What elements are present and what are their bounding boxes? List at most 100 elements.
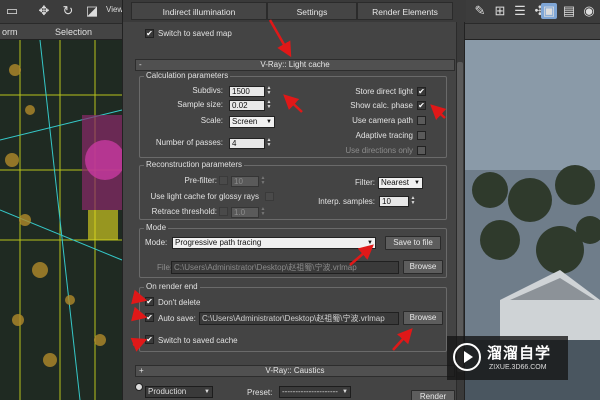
filter-label: Filter: (355, 178, 375, 187)
pre-filter-input[interactable]: 10 (231, 176, 259, 187)
chevron-down-icon: ▼ (342, 389, 348, 395)
caustics-rollout-header[interactable]: + V-Ray:: Caustics (135, 365, 455, 377)
chevron-down-icon: ▼ (414, 180, 420, 186)
adaptive-tracing-label: Adaptive tracing (355, 131, 413, 140)
view-dropdown[interactable]: View (106, 5, 123, 14)
chevron-down-icon: ▼ (204, 389, 210, 395)
scale-select[interactable]: Screen ▼ (229, 116, 275, 128)
sample-size-spinner-icon[interactable]: ▲ ▼ (266, 100, 272, 111)
curve-editor-icon[interactable]: ⊞ (492, 3, 508, 19)
preset-value: --------------------- (282, 387, 338, 396)
sample-size-label: Sample size: (177, 100, 223, 109)
use-camera-path-label: Use camera path (352, 116, 413, 125)
caustics-rollout-title: V-Ray:: Caustics (265, 366, 325, 375)
use-directions-only-checkbox[interactable] (417, 146, 426, 155)
tab-settings[interactable]: Settings (267, 2, 357, 20)
show-calc-phase-checkbox[interactable]: ✔ (417, 101, 426, 110)
adaptive-tracing-checkbox[interactable] (417, 131, 426, 140)
watermark-url: ZIXUE.3D66.COM (489, 364, 547, 371)
material-editor-icon[interactable]: ☰ (512, 3, 528, 19)
mode-title: Mode (144, 223, 169, 232)
reconstruction-parameters-title: Reconstruction parameters (144, 160, 245, 169)
chevron-down-icon: ▼ (266, 119, 272, 125)
rendered-frame-icon[interactable]: ▤ (561, 3, 577, 19)
sample-size-input[interactable]: 0.02 (229, 100, 265, 111)
scale-label: Scale: (200, 116, 223, 125)
retrace-threshold-label: Retrace threshold: (151, 207, 217, 216)
menu-item-modeling[interactable]: orm (2, 27, 18, 37)
preset-label: Preset: (247, 388, 273, 397)
scale-icon[interactable]: ◪ (84, 3, 100, 19)
auto-save-checkbox[interactable]: ✔ (145, 313, 154, 322)
subdivs-input[interactable]: 1500 (229, 86, 265, 97)
passes-spinner-icon[interactable]: ▲ ▼ (266, 138, 272, 149)
render-setup-dialog: Indirect illumination Settings Render El… (122, 0, 466, 400)
filter-value: Nearest (381, 178, 410, 187)
switch-to-saved-cache-label: Switch to saved cache (158, 336, 238, 345)
interp-samples-input[interactable]: 10 (379, 196, 409, 207)
render-setup-icon[interactable]: ▣ (541, 3, 557, 19)
pre-filter-checkbox[interactable] (219, 176, 228, 185)
tab-render-elements[interactable]: Render Elements (357, 2, 453, 20)
select-icon[interactable]: ▭ (4, 3, 20, 19)
preset-select[interactable]: --------------------- ▼ (279, 386, 351, 398)
scale-value: Screen (232, 117, 258, 126)
store-direct-light-checkbox[interactable]: ✔ (417, 87, 426, 96)
save-to-file-button[interactable]: Save to file (385, 236, 441, 250)
auto-save-path-field[interactable]: C:\Users\Administrator\Desktop\赵祖蜀\宁波.vr… (199, 312, 399, 325)
glossy-rays-checkbox[interactable] (265, 192, 274, 201)
production-radio[interactable] (135, 383, 143, 391)
menu-item-selection[interactable]: Selection (55, 27, 92, 37)
expand-icon: + (139, 366, 144, 375)
pre-filter-spinner-icon[interactable]: ▲ ▼ (260, 176, 266, 187)
number-of-passes-label: Number of passes: (155, 138, 223, 147)
collapse-icon: - (139, 60, 142, 69)
quick-render-icon[interactable]: ✎ (472, 3, 488, 19)
mode-select[interactable]: Progressive path tracing ▼ (172, 237, 376, 249)
number-of-passes-input[interactable]: 4 (229, 138, 265, 149)
subdivs-label: Subdivs: (192, 86, 223, 95)
production-select[interactable]: Production ▼ (145, 386, 213, 398)
dont-delete-label: Don't delete (158, 298, 201, 307)
watermark: 溜溜自学 ZIXUE.3D66.COM (447, 336, 568, 380)
retrace-spinner-icon[interactable]: ▲ ▼ (260, 207, 266, 218)
switch-to-saved-map-checkbox[interactable]: ✔ (145, 29, 154, 38)
light-cache-rollout-title: V-Ray:: Light cache (260, 60, 330, 69)
calculation-parameters-title: Calculation parameters (144, 71, 231, 80)
subdivs-spinner-icon[interactable]: ▲ ▼ (266, 86, 272, 97)
watermark-brand: 溜溜自学 (487, 345, 552, 362)
render-button[interactable]: Render (411, 390, 455, 400)
render-icon[interactable]: ◉ (581, 3, 597, 19)
production-value: Production (148, 387, 187, 396)
auto-save-browse-button[interactable]: Browse (403, 311, 443, 325)
glossy-rays-label: Use light cache for glossy rays (150, 192, 260, 201)
file-path-field[interactable]: C:\Users\Administrator\Desktop\赵祖蜀\宁波.vr… (171, 261, 399, 274)
interp-spinner-icon[interactable]: ▲ ▼ (410, 196, 416, 207)
interp-samples-label: Interp. samples: (318, 197, 375, 206)
retrace-threshold-input[interactable]: 1.0 (231, 207, 259, 218)
light-cache-rollout-header[interactable]: - V-Ray:: Light cache (135, 59, 455, 71)
retrace-threshold-checkbox[interactable] (219, 207, 228, 216)
play-logo-icon (453, 343, 481, 371)
use-camera-path-checkbox[interactable] (417, 116, 426, 125)
rotate-icon[interactable]: ↻ (60, 3, 76, 19)
scrollbar-thumb[interactable] (457, 62, 463, 372)
filter-select[interactable]: Nearest ▼ (378, 177, 423, 189)
mode-browse-button[interactable]: Browse (403, 260, 443, 274)
auto-save-label: Auto save: (158, 314, 196, 323)
file-label: File: (157, 263, 173, 272)
switch-to-saved-map-label: Switch to saved map (158, 29, 232, 38)
pre-filter-label: Pre-filter: (184, 176, 217, 185)
switch-to-saved-cache-checkbox[interactable]: ✔ (145, 335, 154, 344)
use-directions-only-label: Use directions only (345, 146, 413, 155)
tab-indirect-illumination[interactable]: Indirect illumination (131, 2, 267, 20)
mode-value: Progressive path tracing (175, 238, 262, 247)
chevron-down-icon: ▼ (367, 240, 373, 246)
on-render-end-title: On render end (144, 282, 200, 291)
show-calc-phase-label: Show calc. phase (350, 101, 413, 110)
mode-label: Mode: (145, 238, 168, 247)
move-icon[interactable]: ✥ (36, 3, 52, 19)
dont-delete-checkbox[interactable]: ✔ (145, 297, 154, 306)
store-direct-light-label: Store direct light (355, 87, 413, 96)
tab-bar: Indirect illumination Settings Render El… (123, 0, 466, 22)
